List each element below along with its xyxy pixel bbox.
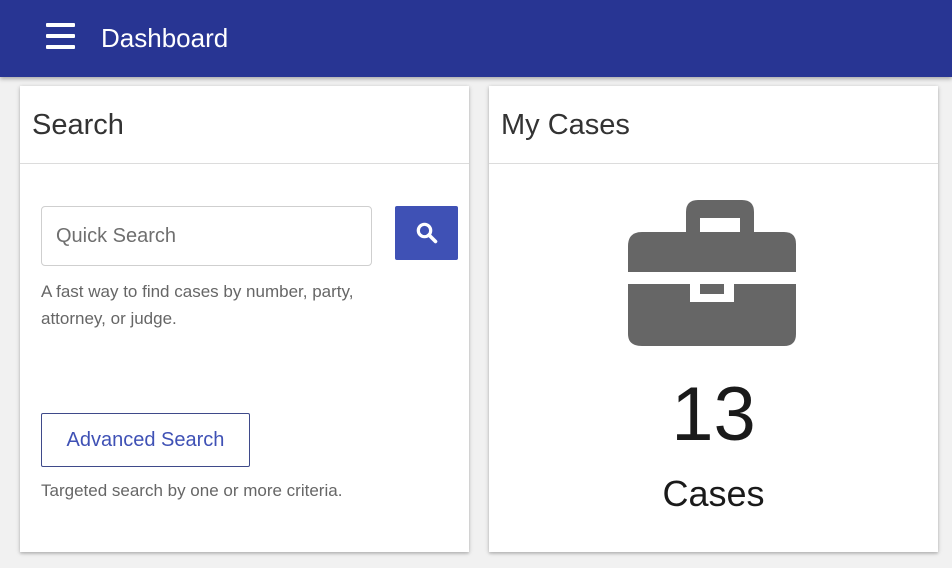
advanced-search-help: Targeted search by one or more criteria. (41, 481, 343, 500)
hamburger-menu-icon (46, 45, 75, 49)
hamburger-menu-icon (46, 23, 75, 27)
quick-search-input[interactable] (41, 206, 372, 266)
hamburger-menu-icon (46, 34, 75, 38)
search-card-title: Search (32, 109, 124, 141)
magnifier-icon (416, 222, 438, 244)
my-cases-card-title: My Cases (501, 109, 630, 141)
briefcase-icon (628, 200, 796, 346)
advanced-search-button[interactable]: Advanced Search (41, 413, 250, 467)
my-cases-card[interactable]: My Cases 13 Cases (489, 86, 938, 552)
quick-search-help: A fast way to find cases by number, part… (41, 282, 354, 328)
search-card: Search A fast way to find cases by numbe… (20, 86, 469, 552)
page-title: Dashboard (101, 23, 229, 53)
quick-search-button[interactable] (395, 206, 458, 260)
menu-button[interactable] (44, 22, 76, 50)
top-app-bar: Dashboard (0, 0, 952, 77)
search-card-header: Search (20, 86, 469, 164)
case-count: 13 (671, 372, 756, 457)
case-count-label: Cases (662, 473, 765, 514)
my-cases-card-header: My Cases (489, 86, 938, 164)
